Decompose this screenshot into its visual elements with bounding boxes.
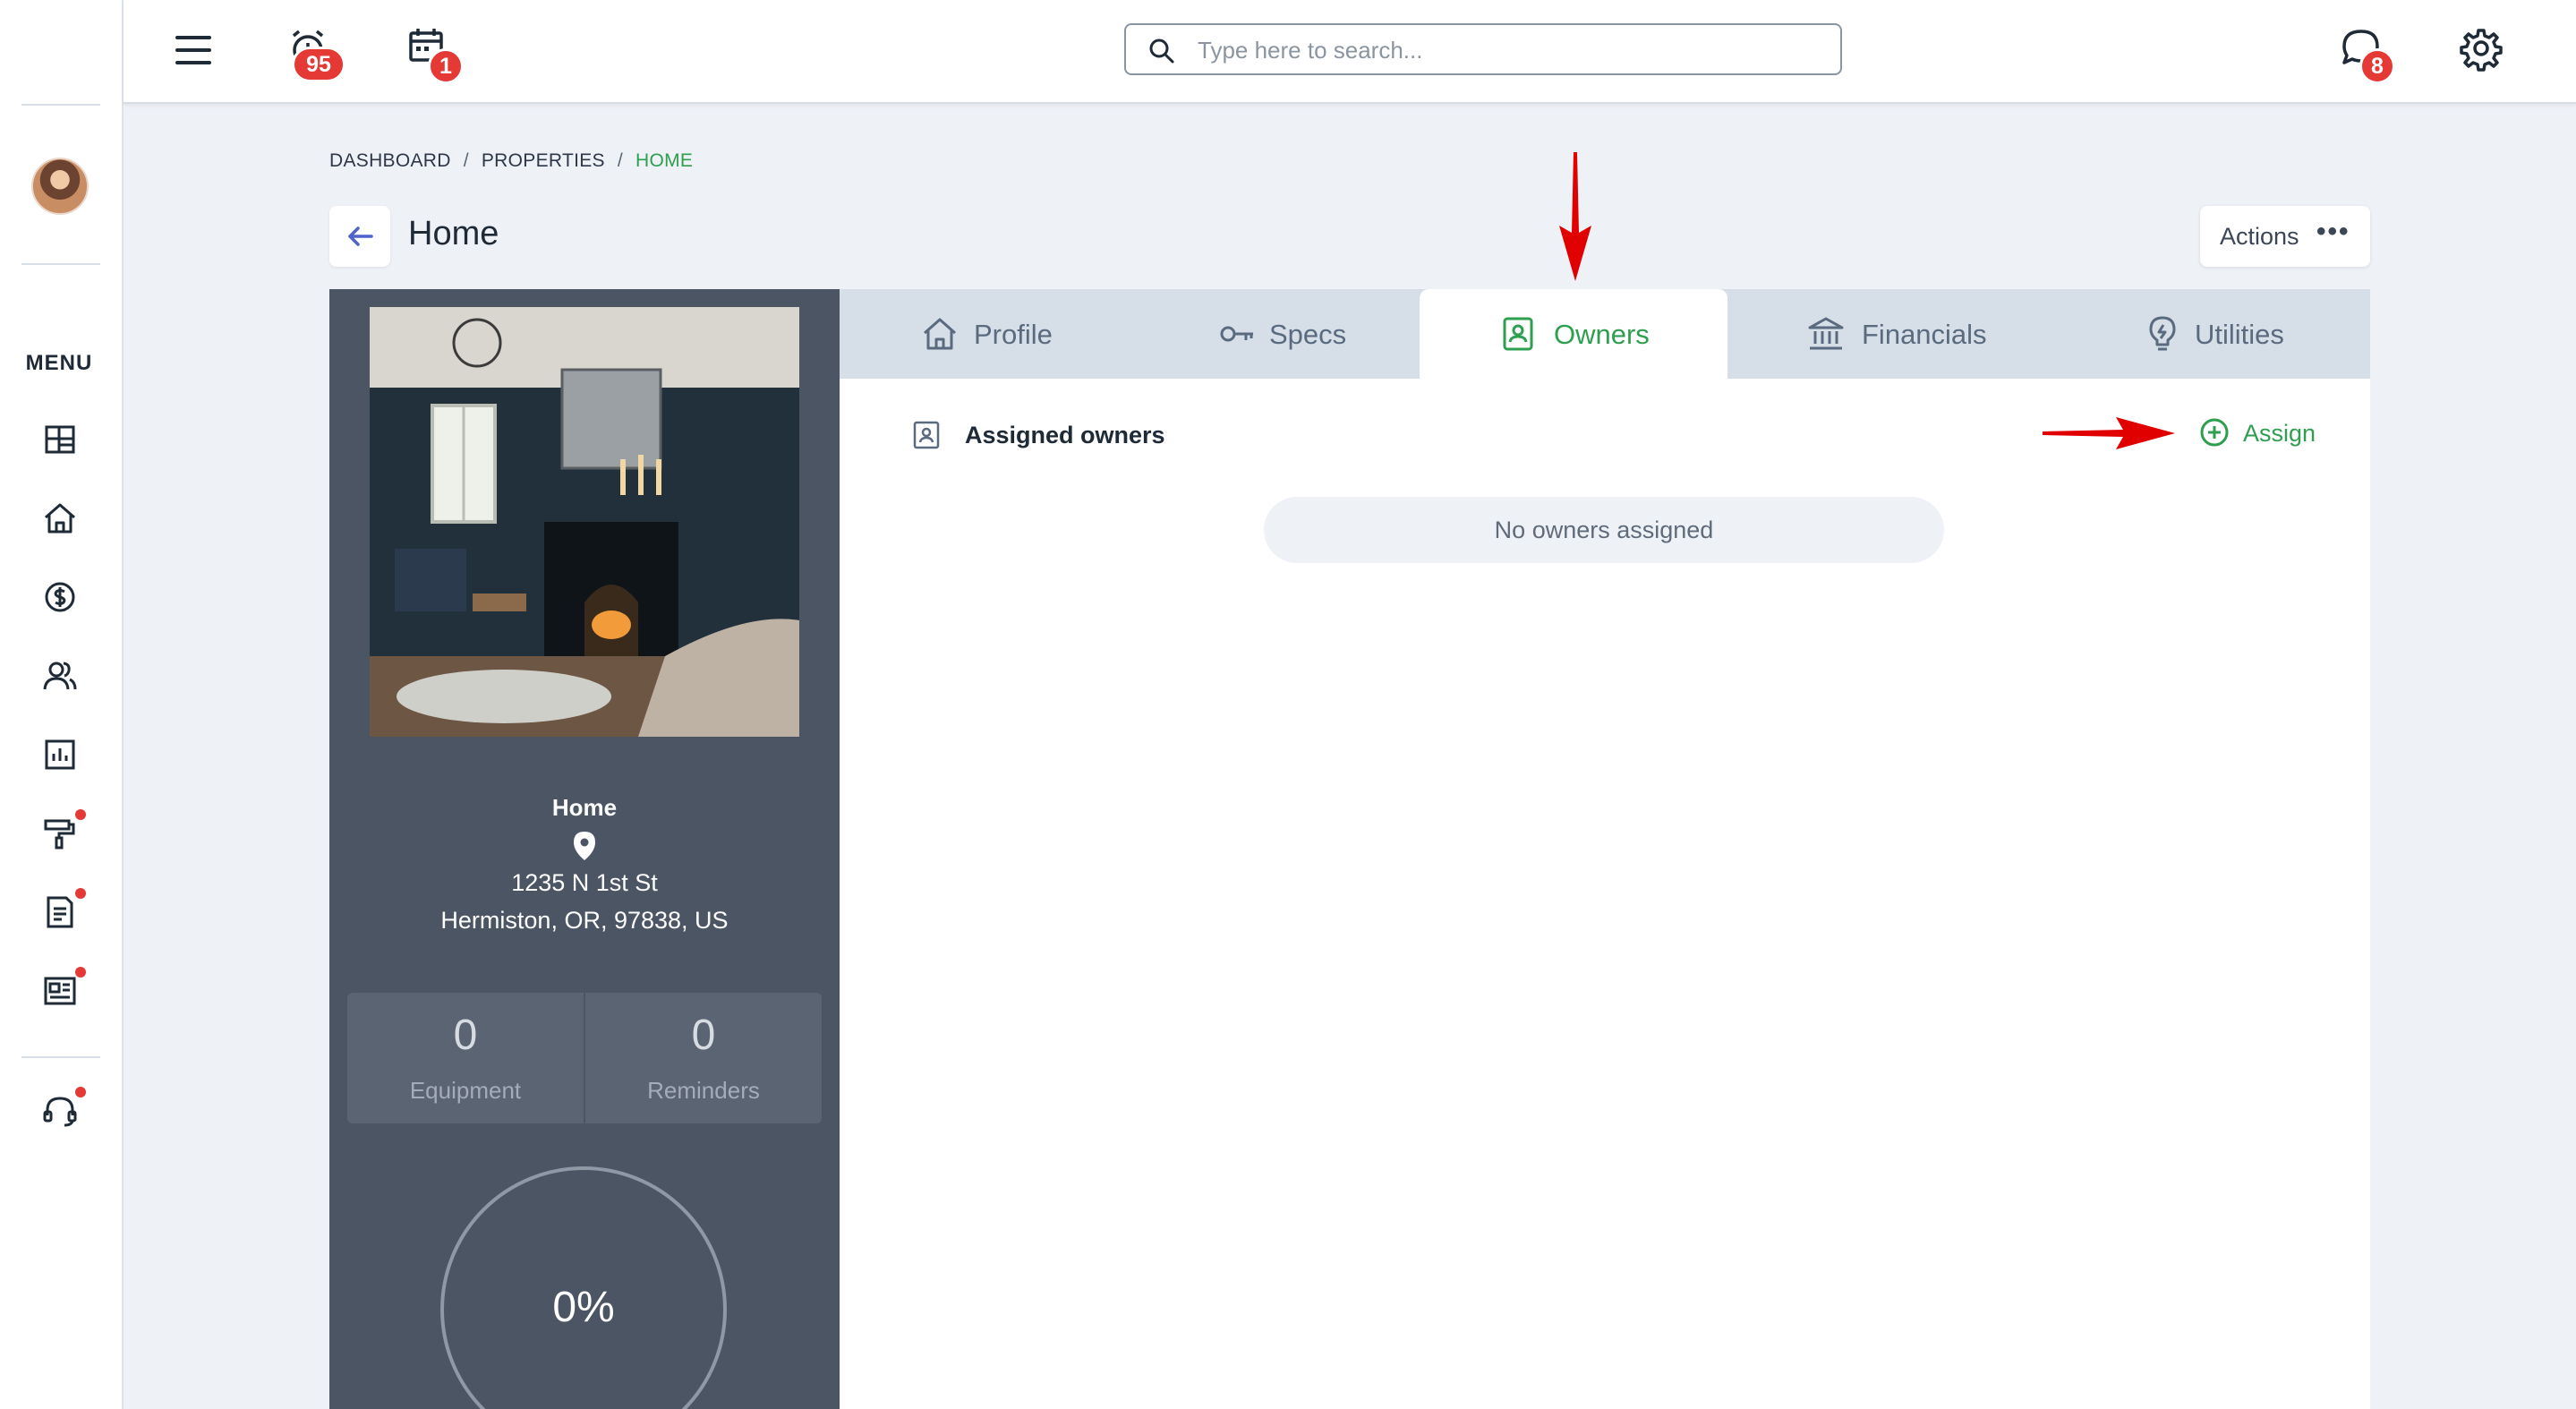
gear-icon[interactable] [2458,25,2504,72]
owner-badge-icon [1503,317,1533,351]
notification-dot [75,809,86,820]
equipment-label: Equipment [409,1077,522,1104]
tab-owners[interactable]: Owners [1420,289,1727,379]
tab-specs[interactable]: Specs [1135,289,1421,379]
headset-icon[interactable] [39,1090,81,1131]
actions-button[interactable]: Actions ••• [2200,206,2370,267]
users-icon[interactable] [39,655,81,696]
assign-label: Assign [2243,420,2316,447]
tab-owners-label: Owners [1554,319,1650,350]
tab-utilities[interactable]: Utilities [2059,289,2370,379]
sidebar-divider [21,263,100,265]
dollar-icon[interactable] [39,576,81,618]
menu-label: MENU [25,351,93,375]
breadcrumb-dashboard[interactable]: DASHBOARD [329,150,451,172]
property-tabs: Profile Specs Owners Financials Utilitie… [840,289,2370,379]
breadcrumb-properties[interactable]: PROPERTIES [482,150,605,172]
chart-icon[interactable] [39,734,81,775]
home-icon[interactable] [39,498,81,539]
lightbulb-icon [2149,316,2176,351]
tab-financials-label: Financials [1862,319,1987,350]
notification-dot [75,888,86,899]
equipment-count: 0 [453,1012,478,1059]
owner-badge-icon [913,421,940,449]
back-button[interactable] [329,206,390,267]
annotation-arrow-down [1559,152,1591,281]
property-address-line2: Hermiston, OR, 97838, US [440,907,729,934]
empty-owners-message: No owners assigned [1264,497,1944,563]
reminders-label: Reminders [647,1077,760,1104]
arrow-left-icon [348,226,373,246]
property-photo[interactable] [370,307,799,737]
dashboard-icon[interactable] [39,419,81,460]
owners-panel: Profile Specs Owners Financials Utilitie… [840,289,2370,1409]
property-name: Home [551,794,618,821]
property-card: Home 1235 N 1st St Hermiston, OR, 97838,… [329,289,840,1409]
reminders-count: 0 [691,1012,716,1059]
sidebar-divider [21,104,100,106]
tab-profile-label: Profile [974,319,1053,350]
breadcrumb-separator: / [463,150,469,171]
plus-circle-icon [2200,418,2229,447]
search-bar[interactable] [1124,23,1842,75]
sidebar: MENU [0,0,124,1409]
document-icon[interactable] [39,892,81,933]
assigned-owners-title: Assigned owners [965,422,1165,448]
actions-label: Actions [2220,223,2299,250]
page-title: Home [408,215,499,252]
chat-badge: 8 [2359,48,2395,84]
tab-utilities-label: Utilities [2195,319,2284,350]
house-icon [924,318,956,350]
topbar: 95 1 8 [124,0,2576,104]
search-input[interactable] [1198,34,1824,66]
property-address-line1: 1235 N 1st St [511,869,658,896]
completion-progress-text: 0% [552,1284,615,1331]
key-icon [1220,326,1253,342]
tab-profile[interactable]: Profile [840,289,1135,379]
calendar-badge: 1 [428,48,464,84]
tab-financials[interactable]: Financials [1727,289,2059,379]
search-icon [1149,38,1174,64]
sidebar-divider [21,1056,100,1058]
annotation-arrow-right [2043,417,2175,449]
tab-specs-label: Specs [1269,319,1347,350]
breadcrumb-home: HOME [635,150,694,171]
newspaper-icon[interactable] [39,970,81,1012]
location-pin-icon [568,830,601,862]
avatar[interactable] [31,158,89,215]
breadcrumb: DASHBOARD / PROPERTIES / HOME [329,150,693,172]
more-dots-icon: ••• [2316,217,2350,246]
paint-roller-icon[interactable] [39,813,81,854]
bank-icon [1808,317,1844,350]
breadcrumb-separator: / [617,150,623,171]
notification-dot [75,1087,86,1097]
reminders-stat[interactable]: 0 Reminders [585,993,822,1123]
property-stats: 0 Equipment 0 Reminders [347,993,822,1123]
equipment-stat[interactable]: 0 Equipment [347,993,584,1123]
alarm-badge: 95 [292,47,345,82]
hamburger-menu-icon[interactable] [170,27,217,73]
notification-dot [75,967,86,978]
